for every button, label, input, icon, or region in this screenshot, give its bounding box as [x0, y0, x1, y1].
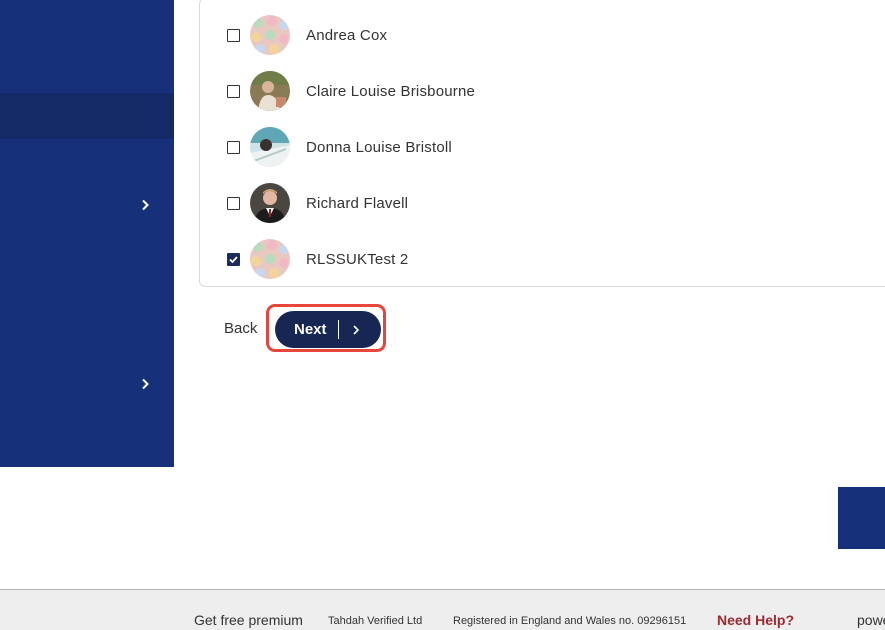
member-checkbox[interactable] [227, 85, 240, 98]
member-name: Donna Louise Bristoll [306, 139, 452, 156]
side-panel-tab[interactable] [838, 487, 885, 549]
footer-company: Tahdah Verified Ltd [328, 615, 423, 627]
member-list-card [199, 0, 885, 287]
member-checkbox[interactable] [227, 141, 240, 154]
chevron-right-icon[interactable] [139, 199, 151, 211]
sidebar-active-item[interactable] [0, 93, 174, 139]
button-divider [338, 320, 339, 339]
member-checkbox[interactable] [227, 29, 240, 42]
avatar [250, 239, 290, 279]
member-checkbox[interactable] [227, 197, 240, 210]
member-name: Andrea Cox [306, 27, 388, 44]
checkmark-icon [229, 256, 238, 264]
avatar [250, 71, 290, 111]
footer-registration: Registered in England and Wales no. 0929… [453, 615, 687, 627]
sidebar [0, 0, 174, 467]
footer: Get free premium Tahdah Verified Ltd Reg… [0, 589, 885, 630]
next-button[interactable]: Next [275, 311, 381, 348]
member-name: RLSSUKTest 2 [306, 251, 409, 268]
avatar [250, 127, 290, 167]
avatar [250, 15, 290, 55]
back-link[interactable]: Back [224, 320, 257, 337]
member-checkbox-checked[interactable] [227, 253, 240, 266]
avatar [250, 183, 290, 223]
next-button-label: Next [294, 321, 327, 338]
chevron-right-icon[interactable] [139, 378, 151, 390]
footer-help-link[interactable]: Need Help? [717, 612, 794, 628]
member-name: Claire Louise Brisbourne [306, 83, 476, 100]
footer-premium-link[interactable]: Get free premium [194, 612, 303, 628]
footer-powered-by: powe [857, 612, 885, 628]
chevron-right-icon [352, 323, 360, 341]
member-name: Richard Flavell [306, 195, 409, 212]
